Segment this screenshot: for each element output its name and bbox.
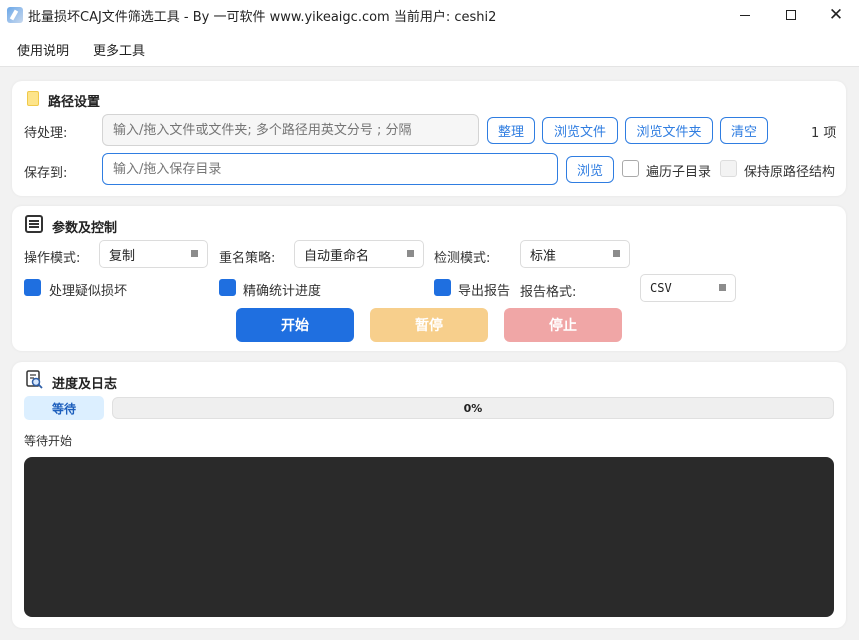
browse-files-button[interactable]: 浏览文件 bbox=[542, 117, 618, 144]
handle-suspect-checkbox[interactable] bbox=[24, 279, 41, 296]
progress-log-card: 进度及日志 等待 0% 等待开始 bbox=[12, 362, 846, 628]
log-search-icon bbox=[26, 370, 43, 389]
handle-suspect-label: 处理疑似损坏 bbox=[49, 284, 128, 299]
detect-value: 标准 bbox=[530, 248, 557, 264]
close-button[interactable]: ✕ bbox=[813, 0, 859, 30]
rename-label: 重名策略: bbox=[219, 251, 276, 266]
progress-text: 0% bbox=[463, 401, 483, 415]
mode-value: 复制 bbox=[109, 248, 136, 264]
report-format-value: CSV bbox=[650, 281, 672, 295]
dropdown-caret-icon bbox=[719, 284, 726, 291]
item-count: 1 项 bbox=[811, 126, 837, 141]
export-report-label: 导出报告 bbox=[458, 284, 511, 299]
progress-bar: 0% bbox=[112, 397, 834, 419]
stop-button[interactable]: 停止 bbox=[504, 308, 622, 342]
path-settings-title: 路径设置 bbox=[48, 95, 101, 110]
params-card: 参数及控制 操作模式: 复制 重名策略: 自动重命名 检测模式: 标准 处理疑似… bbox=[12, 206, 846, 351]
keep-structure-label: 保持原路径结构 bbox=[744, 165, 836, 180]
dropdown-caret-icon bbox=[191, 250, 198, 257]
menu-item-more-tools[interactable]: 更多工具 bbox=[93, 40, 145, 59]
app-logo-icon bbox=[7, 7, 23, 23]
browse-save-button[interactable]: 浏览 bbox=[566, 156, 614, 183]
pending-label: 待处理: bbox=[24, 126, 68, 141]
window-title: 批量损坏CAJ文件筛选工具 - By 一可软件 www.yikeaigc.com… bbox=[28, 10, 497, 25]
clear-button[interactable]: 清空 bbox=[720, 117, 768, 144]
start-button[interactable]: 开始 bbox=[236, 308, 354, 342]
organize-button[interactable]: 整理 bbox=[487, 117, 535, 144]
report-format-select[interactable]: CSV bbox=[640, 274, 736, 302]
detect-select[interactable]: 标准 bbox=[520, 240, 630, 268]
traverse-subdirs-label: 遍历子目录 bbox=[646, 165, 712, 180]
minimize-button[interactable] bbox=[722, 0, 768, 30]
keep-structure-checkbox[interactable] bbox=[720, 160, 737, 177]
pause-button[interactable]: 暂停 bbox=[370, 308, 488, 342]
rename-select[interactable]: 自动重命名 bbox=[294, 240, 424, 268]
status-badge: 等待 bbox=[24, 396, 104, 420]
folder-icon bbox=[27, 91, 39, 106]
precise-progress-label: 精确统计进度 bbox=[243, 284, 322, 299]
dropdown-caret-icon bbox=[613, 250, 620, 257]
menu-item-help[interactable]: 使用说明 bbox=[17, 40, 69, 59]
precise-progress-checkbox[interactable] bbox=[219, 279, 236, 296]
traverse-subdirs-checkbox[interactable] bbox=[622, 160, 639, 177]
status-message: 等待开始 bbox=[24, 434, 73, 448]
export-report-checkbox[interactable] bbox=[434, 279, 451, 296]
title-bar: 批量损坏CAJ文件筛选工具 - By 一可软件 www.yikeaigc.com… bbox=[0, 0, 859, 30]
dropdown-caret-icon bbox=[407, 250, 414, 257]
close-icon: ✕ bbox=[828, 4, 844, 25]
detect-label: 检测模式: bbox=[434, 251, 491, 266]
pending-input[interactable] bbox=[102, 114, 479, 146]
browse-folder-button[interactable]: 浏览文件夹 bbox=[625, 117, 713, 144]
list-icon bbox=[25, 215, 43, 233]
mode-select[interactable]: 复制 bbox=[99, 240, 208, 268]
mode-label: 操作模式: bbox=[24, 251, 81, 266]
save-to-label: 保存到: bbox=[24, 166, 68, 181]
rename-value: 自动重命名 bbox=[304, 248, 370, 264]
save-dir-input[interactable] bbox=[102, 153, 558, 185]
minimize-icon bbox=[740, 14, 750, 16]
report-format-label: 报告格式: bbox=[520, 285, 577, 300]
path-settings-card: 路径设置 待处理: 整理 浏览文件 浏览文件夹 清空 1 项 保存到: 浏览 遍… bbox=[12, 81, 846, 196]
params-title: 参数及控制 bbox=[52, 221, 118, 236]
log-output[interactable] bbox=[24, 457, 834, 617]
maximize-button[interactable] bbox=[768, 0, 814, 30]
menu-bar: 使用说明 更多工具 bbox=[0, 30, 859, 67]
progress-log-title: 进度及日志 bbox=[52, 377, 118, 392]
maximize-icon bbox=[786, 10, 796, 20]
